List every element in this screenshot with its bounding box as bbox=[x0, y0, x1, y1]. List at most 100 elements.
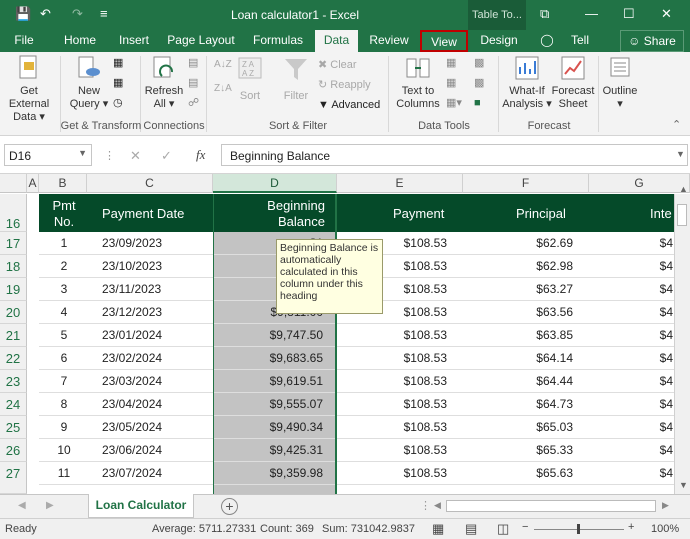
col-header-a[interactable]: A bbox=[27, 174, 39, 193]
tab-review[interactable]: Review bbox=[364, 30, 414, 52]
refresh-all-button[interactable]: Refresh All ▾ bbox=[142, 54, 186, 111]
flash-fill-icon[interactable]: ▦ bbox=[446, 56, 456, 70]
header-interest[interactable]: Inte bbox=[650, 206, 672, 222]
maximize-icon[interactable]: ☐ bbox=[623, 6, 635, 22]
enter-icon[interactable]: ✓ bbox=[161, 148, 172, 164]
sort-button[interactable]: Z AA Z Sort bbox=[234, 56, 266, 103]
cell-payment-date[interactable]: 23/10/2023 bbox=[102, 259, 212, 273]
cell-pmt-no[interactable]: 9 bbox=[49, 420, 79, 434]
row-header-16[interactable]: 16 bbox=[0, 194, 27, 232]
name-box[interactable]: D16 ▼ bbox=[4, 144, 92, 166]
formula-bar-more-icon[interactable]: ⋮ bbox=[104, 149, 115, 162]
cell-principal[interactable]: $65.03 bbox=[465, 420, 573, 434]
cell-payment[interactable]: $108.53 bbox=[339, 351, 447, 365]
cancel-icon[interactable]: ✕ bbox=[130, 148, 141, 164]
advanced-button[interactable]: ▼ Advanced bbox=[318, 98, 380, 112]
insert-function-icon[interactable]: fx bbox=[196, 147, 205, 163]
cell-principal[interactable]: $64.14 bbox=[465, 351, 573, 365]
vertical-scroll-thumb[interactable] bbox=[677, 204, 687, 226]
edit-links-icon[interactable]: ☍ bbox=[188, 96, 199, 110]
name-box-dropdown-icon[interactable]: ▼ bbox=[78, 148, 87, 158]
ribbon-display-icon[interactable]: ⧉ bbox=[540, 6, 549, 22]
close-icon[interactable]: ✕ bbox=[661, 6, 672, 22]
cell-payment[interactable]: $108.53 bbox=[339, 420, 447, 434]
cell-interest[interactable]: $4 bbox=[601, 328, 673, 342]
cell-principal[interactable]: $65.63 bbox=[465, 466, 573, 480]
row-header-19[interactable]: 19 bbox=[0, 278, 27, 301]
cell-payment-date[interactable]: 23/01/2024 bbox=[102, 328, 212, 342]
cell-payment[interactable]: $108.53 bbox=[339, 374, 447, 388]
zoom-slider-thumb[interactable] bbox=[577, 524, 580, 534]
connections-icon[interactable]: ▤ bbox=[188, 56, 198, 70]
cell-payment-date[interactable]: 23/12/2023 bbox=[102, 305, 212, 319]
formula-input[interactable]: Beginning Balance bbox=[221, 144, 688, 166]
from-table-icon[interactable]: ▦ bbox=[113, 76, 123, 90]
properties-icon[interactable]: ▤ bbox=[188, 76, 198, 90]
page-break-view-icon[interactable]: ◫ bbox=[497, 521, 509, 537]
cell-beginning-balance[interactable]: $9,619.51 bbox=[215, 374, 323, 388]
cell-payment-date[interactable]: 23/09/2023 bbox=[102, 236, 212, 250]
cell-pmt-no[interactable]: 5 bbox=[49, 328, 79, 342]
cell-principal[interactable]: $62.98 bbox=[465, 259, 573, 273]
cell-interest[interactable]: $4 bbox=[601, 259, 673, 273]
cell-beginning-balance[interactable]: $9,359.98 bbox=[215, 466, 323, 480]
collapse-ribbon-icon[interactable]: ⌃ bbox=[672, 118, 681, 132]
row-header-18[interactable]: 18 bbox=[0, 255, 27, 278]
cell-pmt-no[interactable]: 10 bbox=[49, 443, 79, 457]
reapply-button[interactable]: ↻ Reapply bbox=[318, 78, 371, 92]
relationships-icon[interactable]: ▩ bbox=[474, 76, 484, 90]
tab-home[interactable]: Home bbox=[58, 30, 102, 52]
cell-payment[interactable]: $108.53 bbox=[339, 328, 447, 342]
cell-pmt-no[interactable]: 6 bbox=[49, 351, 79, 365]
col-header-b[interactable]: B bbox=[39, 174, 87, 193]
scroll-up-icon[interactable]: ▲ bbox=[679, 184, 688, 194]
cell-beginning-balance[interactable]: $9,425.31 bbox=[215, 443, 323, 457]
vertical-scrollbar[interactable]: ▲ ▼ bbox=[674, 184, 690, 494]
row-header-26[interactable]: 26 bbox=[0, 439, 27, 462]
clear-button[interactable]: ✖ Clear bbox=[318, 58, 357, 72]
row-header-24[interactable]: 24 bbox=[0, 393, 27, 416]
cell-interest[interactable]: $4 bbox=[601, 282, 673, 296]
cell-payment[interactable]: $108.53 bbox=[339, 397, 447, 411]
sort-az-icon[interactable]: A↓Z bbox=[214, 58, 232, 72]
consolidate-icon[interactable]: ▩ bbox=[474, 56, 484, 70]
cell-beginning-balance[interactable]: $9,747.50 bbox=[215, 328, 323, 342]
row-header-21[interactable]: 21 bbox=[0, 324, 27, 347]
show-queries-icon[interactable]: ▦ bbox=[113, 56, 123, 70]
cell-pmt-no[interactable]: 7 bbox=[49, 374, 79, 388]
zoom-in-button[interactable]: + bbox=[628, 521, 634, 533]
cell-principal[interactable]: $62.69 bbox=[465, 236, 573, 250]
cell-principal[interactable]: $64.73 bbox=[465, 397, 573, 411]
cell-beginning-balance[interactable]: $9,683.65 bbox=[215, 351, 323, 365]
cell-pmt-no[interactable]: 8 bbox=[49, 397, 79, 411]
horizontal-scrollbar[interactable] bbox=[446, 500, 656, 512]
cell-beginning-balance[interactable]: $9,490.34 bbox=[215, 420, 323, 434]
zoom-out-button[interactable]: − bbox=[522, 521, 528, 533]
header-beginning-balance[interactable]: Beginning Balance bbox=[213, 198, 333, 230]
col-header-f[interactable]: F bbox=[463, 174, 589, 193]
cell-pmt-no[interactable]: 2 bbox=[49, 259, 79, 273]
cell-interest[interactable]: $4 bbox=[601, 351, 673, 365]
cell-payment-date[interactable]: 23/04/2024 bbox=[102, 397, 212, 411]
cell-interest[interactable]: $4 bbox=[601, 443, 673, 457]
tab-split-icon[interactable]: ⋮ bbox=[420, 499, 431, 512]
cell-payment[interactable]: $108.53 bbox=[339, 443, 447, 457]
cell-principal[interactable]: $63.56 bbox=[465, 305, 573, 319]
cell-payment-date[interactable]: 23/03/2024 bbox=[102, 374, 212, 388]
header-payment-date[interactable]: Payment Date bbox=[102, 206, 184, 222]
add-sheet-button[interactable]: + bbox=[221, 498, 238, 515]
cell-pmt-no[interactable]: 11 bbox=[49, 466, 79, 480]
cell-interest[interactable]: $4 bbox=[601, 466, 673, 480]
next-sheet-icon[interactable]: ▶ bbox=[46, 500, 54, 511]
filter-button[interactable]: Filter bbox=[280, 56, 312, 103]
cell-payment[interactable]: $108.53 bbox=[339, 466, 447, 480]
cell-pmt-no[interactable]: 3 bbox=[49, 282, 79, 296]
outline-button[interactable]: Outline ▾ bbox=[600, 54, 640, 111]
row-header-20[interactable]: 20 bbox=[0, 301, 27, 324]
cell-principal[interactable]: $64.44 bbox=[465, 374, 573, 388]
tab-file[interactable]: File bbox=[6, 30, 42, 52]
col-header-c[interactable]: C bbox=[87, 174, 213, 193]
cell-principal[interactable]: $63.27 bbox=[465, 282, 573, 296]
header-pmt-no[interactable]: Pmt No. bbox=[49, 198, 79, 230]
scroll-left-icon[interactable]: ◀ bbox=[434, 500, 441, 511]
